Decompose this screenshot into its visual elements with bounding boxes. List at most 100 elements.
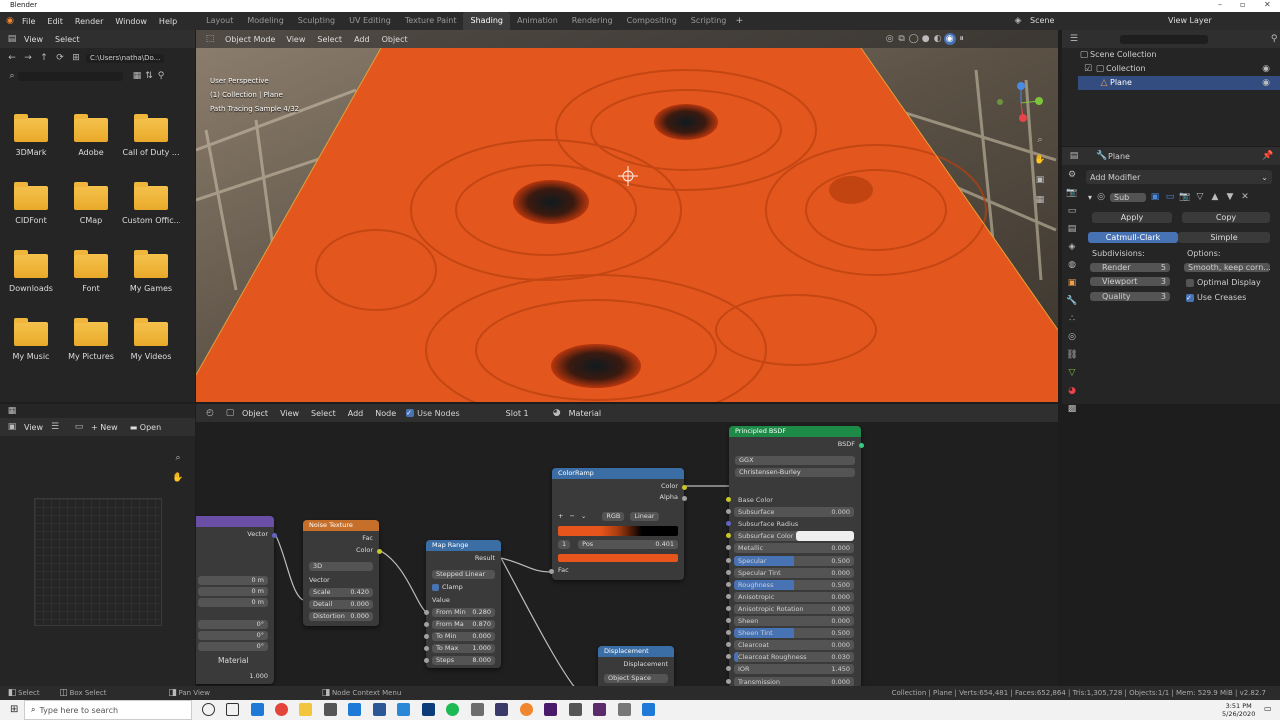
checkbox-icon[interactable]: ☑: [1082, 63, 1094, 75]
viewport-add-menu[interactable]: Add: [348, 35, 376, 44]
outliner-collection[interactable]: ☑ ▢ Collection ◉: [1078, 62, 1280, 76]
menu-help[interactable]: Help: [153, 17, 183, 26]
bsdf-input-sheen[interactable]: Sheen 0.000: [726, 616, 854, 626]
texture-coordinate-node[interactable]: Vector 0 m 0 m 0 m 0° 0° 0° Material 1.0…: [196, 516, 277, 684]
distribution-dropdown[interactable]: GGX: [735, 456, 855, 465]
bsdf-input-clearcoat[interactable]: Clearcoat 0.000: [726, 640, 854, 651]
modifier-tab-icon[interactable]: 🔧: [1066, 295, 1078, 307]
refresh-icon[interactable]: ⟳: [54, 52, 66, 64]
filter-icon[interactable]: ⚲: [155, 70, 167, 82]
windows-start-icon[interactable]: ⊞: [10, 704, 18, 715]
interpolation-dropdown[interactable]: Stepped Linear: [432, 570, 495, 579]
bsdf-input-subsurface[interactable]: Subsurface 0.000: [726, 507, 854, 518]
file-view-menu[interactable]: View: [18, 35, 49, 44]
menu-edit[interactable]: Edit: [41, 17, 69, 26]
bsdf-input-ior[interactable]: IOR 1.450: [726, 664, 854, 675]
folder-item[interactable]: Call of Duty ...: [122, 114, 180, 157]
app-icon[interactable]: [495, 703, 508, 716]
map-range-node[interactable]: Map Range Result Stepped Linear Clamp Va…: [424, 540, 501, 668]
path-field[interactable]: C:\Users\natha\Do...: [86, 53, 164, 63]
view-layer-name[interactable]: View Layer: [1168, 16, 1212, 25]
maximize-icon[interactable]: ▫: [1240, 0, 1245, 9]
color-swatch[interactable]: [796, 531, 854, 542]
app-icon[interactable]: [373, 703, 386, 716]
input-socket[interactable]: [726, 605, 731, 611]
input-socket[interactable]: [726, 581, 731, 587]
viewport-levels-field[interactable]: Viewport 3: [1090, 277, 1170, 286]
file-search-input[interactable]: [18, 71, 123, 81]
map-range-field[interactable]: From Ma 0.870: [424, 620, 495, 629]
subsurface-method-dropdown[interactable]: Christensen-Burley: [735, 468, 855, 477]
color-socket[interactable]: [682, 485, 687, 490]
mail-icon[interactable]: [348, 703, 361, 716]
tab-compositing[interactable]: Compositing: [620, 12, 684, 30]
back-icon[interactable]: ←: [6, 52, 18, 64]
alpha-socket[interactable]: [682, 496, 687, 501]
tab-rendering[interactable]: Rendering: [565, 12, 620, 30]
noise-texture-node[interactable]: Noise Texture Fac Color 3D Vector Scale 0…: [303, 520, 382, 626]
displacement-node[interactable]: Displacement Displacement Object Space: [598, 646, 674, 686]
viewport-object-menu[interactable]: Object: [376, 35, 414, 44]
sort-icon[interactable]: ⇅: [143, 70, 155, 82]
uv-smooth-dropdown[interactable]: Smooth, keep corn...: [1184, 263, 1270, 272]
image-editor-icon[interactable]: ▣: [6, 421, 18, 433]
new-image-button[interactable]: + New: [85, 423, 124, 432]
edit-mode-toggle-icon[interactable]: ▣: [1149, 191, 1161, 203]
image-view-menu[interactable]: View: [18, 423, 49, 432]
folder-item[interactable]: My Pictures: [62, 318, 120, 361]
dimension-dropdown[interactable]: 3D: [309, 562, 373, 571]
viewport-view-menu[interactable]: View: [280, 35, 311, 44]
bsdf-input-base-color[interactable]: Base Color: [726, 495, 854, 505]
close-icon[interactable]: ✕: [1264, 0, 1271, 9]
color-mode-dropdown[interactable]: RGB: [602, 512, 625, 521]
input-socket[interactable]: [424, 634, 429, 639]
cortana-icon[interactable]: [202, 703, 215, 716]
pan-hand-icon[interactable]: ✋: [1034, 154, 1046, 166]
bsdf-input-roughness[interactable]: Roughness 0.500: [726, 579, 854, 590]
bsdf-socket[interactable]: [859, 443, 864, 448]
colorramp-node[interactable]: ColorRamp Color Alpha + − ⌄ RGB Linear 1 P…: [549, 468, 687, 580]
fac-socket[interactable]: [549, 569, 554, 574]
viewport-toggle-icon[interactable]: ▭: [1164, 191, 1176, 203]
parent-dir-icon[interactable]: ↑: [38, 52, 50, 64]
folder-item[interactable]: CMap: [62, 182, 120, 225]
tab-scripting[interactable]: Scripting: [684, 12, 734, 30]
blender-taskbar-icon[interactable]: [520, 703, 533, 716]
use-creases-checkbox[interactable]: ✓ Use Creases: [1186, 293, 1246, 302]
physics-tab-icon[interactable]: ◎: [1066, 331, 1078, 343]
solid-shading-icon[interactable]: ●: [920, 33, 932, 45]
input-socket[interactable]: [726, 678, 731, 684]
tool-tab-icon[interactable]: ⚙: [1066, 169, 1078, 181]
move-up-icon[interactable]: ▲: [1209, 191, 1221, 203]
properties-type-icon[interactable]: ▤: [1068, 150, 1080, 162]
bsdf-input-metallic[interactable]: Metallic 0.000: [726, 543, 854, 554]
clamp-checkbox[interactable]: Clamp: [432, 583, 495, 592]
bsdf-input-subsurface-radius[interactable]: Subsurface Radius: [726, 519, 854, 529]
detail-field[interactable]: Detail 0.000: [309, 600, 373, 609]
input-socket[interactable]: [424, 658, 429, 663]
scene-tab-icon[interactable]: ◈: [1066, 241, 1078, 253]
render-levels-field[interactable]: Render 5: [1090, 263, 1170, 272]
taskbar-search[interactable]: ⌕ Type here to search: [24, 700, 192, 720]
particles-tab-icon[interactable]: ∴: [1066, 313, 1078, 325]
menu-icon[interactable]: ☰: [49, 421, 61, 433]
view-layer-tab-icon[interactable]: ▤: [1066, 223, 1078, 235]
folder-item[interactable]: Adobe: [62, 114, 120, 157]
file-explorer-icon[interactable]: [299, 703, 312, 716]
material-shading-icon[interactable]: ◐: [932, 33, 944, 45]
vscode-icon[interactable]: [642, 703, 655, 716]
edge-icon[interactable]: [251, 703, 264, 716]
bsdf-input-clearcoat-roughness[interactable]: Clearcoat Roughness 0.030: [726, 652, 854, 663]
xray-icon[interactable]: ⧉: [896, 33, 908, 45]
forward-icon[interactable]: →: [22, 52, 34, 64]
folder-item[interactable]: My Music: [2, 318, 60, 361]
material-tab-icon[interactable]: ◕: [1066, 385, 1078, 397]
remove-modifier-icon[interactable]: ✕: [1239, 191, 1251, 203]
chevron-down-icon[interactable]: ⌄: [581, 512, 586, 521]
app-icon[interactable]: [569, 703, 582, 716]
input-socket[interactable]: [726, 497, 731, 502]
folder-item[interactable]: CIDFont: [2, 182, 60, 225]
image-browse-icon[interactable]: ▭: [73, 421, 85, 433]
tab-layout[interactable]: Layout: [199, 12, 240, 30]
store-icon[interactable]: [324, 703, 337, 716]
